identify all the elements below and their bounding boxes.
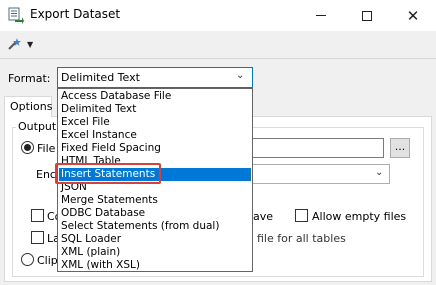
close-icon: ✕ xyxy=(406,6,420,25)
save-label: ave xyxy=(253,210,274,223)
format-option[interactable]: Merge Statements xyxy=(59,194,251,207)
la-checkbox[interactable] xyxy=(31,231,44,244)
file-radio-label: File xyxy=(37,142,56,155)
minimize-button[interactable] xyxy=(298,0,344,31)
format-option[interactable]: Delimited Text xyxy=(59,103,251,116)
encoding-select[interactable]: ⌄ xyxy=(244,164,390,184)
format-label: Format: xyxy=(8,72,51,85)
allow-empty-files-checkbox[interactable] xyxy=(295,209,308,222)
file-radio[interactable] xyxy=(21,141,34,154)
maximize-button[interactable] xyxy=(344,0,390,31)
tab-options[interactable]: Options xyxy=(4,96,52,117)
maximize-icon xyxy=(362,10,372,21)
file-path-input[interactable] xyxy=(244,138,384,158)
format-option[interactable]: XML (plain) xyxy=(59,246,251,259)
wand-icon xyxy=(8,38,21,50)
chevron-down-icon: ⌄ xyxy=(236,70,245,81)
format-option[interactable]: Excel File xyxy=(59,116,251,129)
allow-empty-files-label: Allow empty files xyxy=(312,210,407,223)
co-checkbox[interactable] xyxy=(31,209,44,222)
format-option[interactable]: Fixed Field Spacing xyxy=(59,142,251,155)
format-option[interactable]: Excel Instance xyxy=(59,129,251,142)
format-option[interactable]: XML (with XSL) xyxy=(59,259,251,272)
format-select[interactable]: Delimited Text ⌄ xyxy=(57,67,253,88)
format-option[interactable]: Select Statements (from dual) xyxy=(59,220,251,233)
format-option[interactable]: Access Database File xyxy=(59,90,251,103)
close-button[interactable]: ✕ xyxy=(390,0,436,31)
browse-button[interactable]: ... xyxy=(390,138,410,158)
output-group-label: Output xyxy=(16,120,59,133)
export-dataset-icon xyxy=(8,7,24,24)
dropdown-arrow-icon: ▼ xyxy=(27,39,34,49)
format-option[interactable]: ODBC Database xyxy=(59,207,251,220)
encoding-label: Enc xyxy=(36,168,56,181)
clipboard-radio[interactable] xyxy=(21,253,34,266)
toolbar-divider xyxy=(0,58,436,59)
highlight-annotation xyxy=(55,163,161,184)
window-title: Export Dataset xyxy=(30,7,121,21)
file-for-all-tables-label: file for all tables xyxy=(257,232,346,245)
chevron-down-icon: ⌄ xyxy=(375,167,384,178)
toolbar-tools-button[interactable]: ▼ xyxy=(5,35,39,53)
minimize-icon xyxy=(316,15,326,16)
format-select-value: Delimited Text xyxy=(61,71,140,84)
format-option[interactable]: SQL Loader xyxy=(59,233,251,246)
